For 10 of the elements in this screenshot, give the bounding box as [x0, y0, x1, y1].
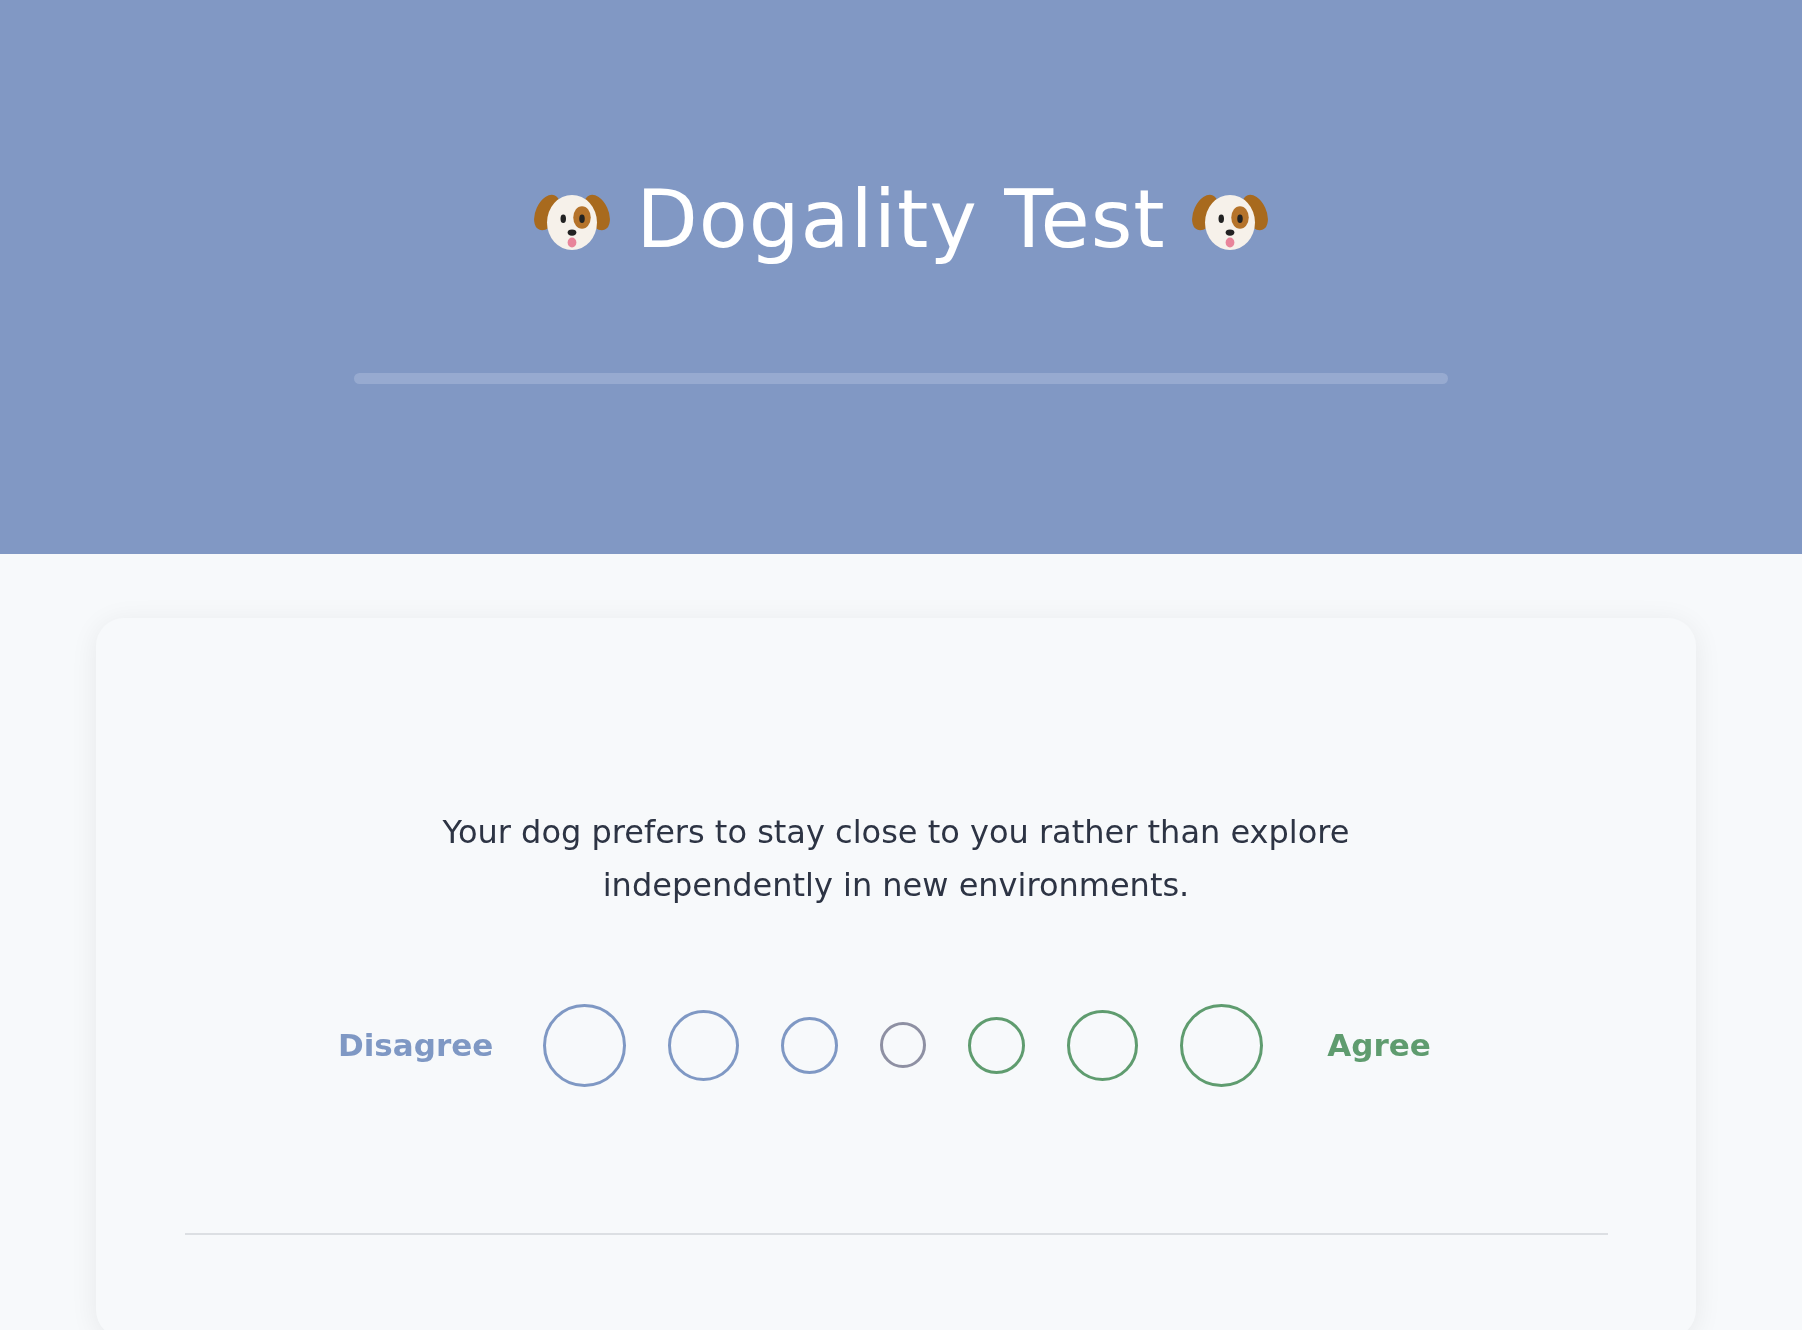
answer-option[interactable]	[1180, 1003, 1263, 1087]
agree-label: Agree	[1326, 1027, 1432, 1063]
answer-option[interactable]	[543, 1003, 626, 1087]
question-text: Your dog prefers to stay close to you rather than explore independently in new environments.	[441, 812, 1351, 906]
answer-option[interactable]	[968, 1016, 1025, 1074]
answer-option[interactable]	[880, 1022, 926, 1068]
answer-option[interactable]	[1067, 1009, 1138, 1081]
page-title: Dogality Test	[636, 172, 1166, 268]
answer-option[interactable]	[781, 1016, 838, 1074]
answer-option[interactable]	[668, 1009, 739, 1081]
